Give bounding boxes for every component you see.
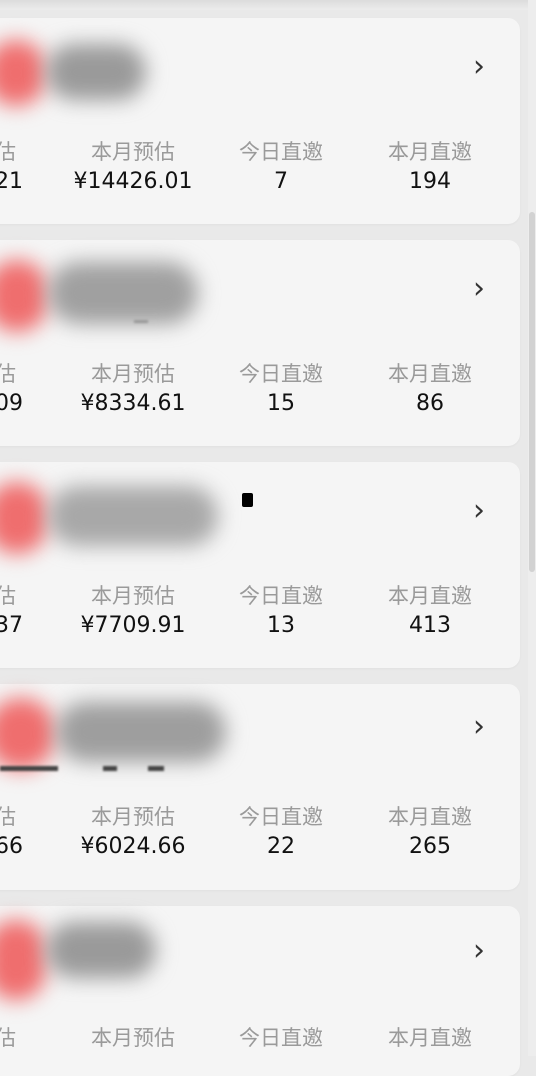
- blurred-detail: [134, 320, 148, 323]
- member-card[interactable]: › 预估 本月预估 今日直邀 本月直邀 9.21 ¥14426.01 7 194: [0, 18, 520, 224]
- chevron-right-icon[interactable]: ›: [473, 712, 485, 742]
- month-invite-value: 194: [409, 169, 451, 194]
- today-invite-label: 今日直邀: [239, 362, 323, 386]
- blurred-name: [56, 702, 226, 762]
- scrollbar-thumb[interactable]: [529, 212, 535, 572]
- today-estimate-label: 预估: [0, 362, 16, 386]
- today-invite-value: 22: [267, 834, 295, 859]
- month-estimate-value: ¥14426.01: [73, 169, 193, 194]
- month-estimate-value: ¥6024.66: [80, 834, 186, 859]
- today-invite-label: 今日直邀: [239, 584, 323, 608]
- blurred-avatar: [0, 920, 46, 1000]
- blurred-detail: [103, 766, 117, 771]
- blurred-avatar: [0, 482, 48, 554]
- blurred-detail: [0, 766, 58, 771]
- today-estimate-value: 5.66: [0, 834, 23, 859]
- today-invite-value: 15: [267, 391, 295, 416]
- blurred-avatar: [0, 698, 56, 770]
- month-estimate-label: 本月预估: [91, 805, 175, 829]
- today-invite-label: 今日直邀: [239, 140, 323, 164]
- blurred-avatar: [0, 40, 46, 106]
- member-card[interactable]: › 预估 本月预估 今日直邀 本月直邀 8.09 ¥8334.61 15 86: [0, 240, 520, 446]
- blurred-name: [46, 922, 156, 978]
- month-estimate-value: ¥8334.61: [80, 391, 186, 416]
- chevron-right-icon[interactable]: ›: [473, 936, 485, 966]
- month-estimate-label: 本月预估: [91, 1026, 175, 1050]
- month-invite-label: 本月直邀: [388, 805, 472, 829]
- today-estimate-value: 9.21: [0, 169, 23, 194]
- month-estimate-label: 本月预估: [91, 362, 175, 386]
- today-estimate-label: 预估: [0, 584, 16, 608]
- top-shadow: [0, 0, 536, 10]
- today-invite-value: 13: [267, 613, 295, 638]
- month-invite-label: 本月直邀: [388, 362, 472, 386]
- today-estimate-label: 预估: [0, 140, 16, 164]
- blurred-name: [48, 486, 218, 546]
- today-invite-label: 今日直邀: [239, 1026, 323, 1050]
- member-card[interactable]: › 预估 本月预估 今日直邀 本月直邀 5.66 ¥6024.66 22 265: [0, 684, 520, 890]
- today-estimate-label: 预估: [0, 805, 16, 829]
- month-invite-label: 本月直邀: [388, 584, 472, 608]
- chevron-right-icon[interactable]: ›: [473, 52, 485, 82]
- today-estimate-label: 预估: [0, 1026, 16, 1050]
- month-invite-value: 86: [416, 391, 444, 416]
- today-estimate-value: 8.37: [0, 613, 23, 638]
- today-estimate-value: 8.09: [0, 391, 23, 416]
- month-invite-label: 本月直邀: [388, 1026, 472, 1050]
- month-estimate-label: 本月预估: [91, 584, 175, 608]
- blurred-avatar: [0, 260, 48, 332]
- today-invite-value: 7: [274, 169, 288, 194]
- month-estimate-label: 本月预估: [91, 140, 175, 164]
- member-card[interactable]: › 预估 本月预估 今日直邀 本月直邀 8.37 ¥7709.91 13 413: [0, 462, 520, 668]
- redaction-mark: [242, 493, 253, 507]
- member-card[interactable]: › 预估 本月预估 今日直邀 本月直邀: [0, 906, 520, 1076]
- month-invite-value: 413: [409, 613, 451, 638]
- month-invite-label: 本月直邀: [388, 140, 472, 164]
- blurred-name: [48, 262, 198, 324]
- chevron-right-icon[interactable]: ›: [473, 274, 485, 304]
- month-estimate-value: ¥7709.91: [80, 613, 186, 638]
- chevron-right-icon[interactable]: ›: [473, 496, 485, 526]
- today-invite-label: 今日直邀: [239, 805, 323, 829]
- month-invite-value: 265: [409, 834, 451, 859]
- blurred-name: [46, 44, 146, 100]
- blurred-detail: [148, 766, 164, 771]
